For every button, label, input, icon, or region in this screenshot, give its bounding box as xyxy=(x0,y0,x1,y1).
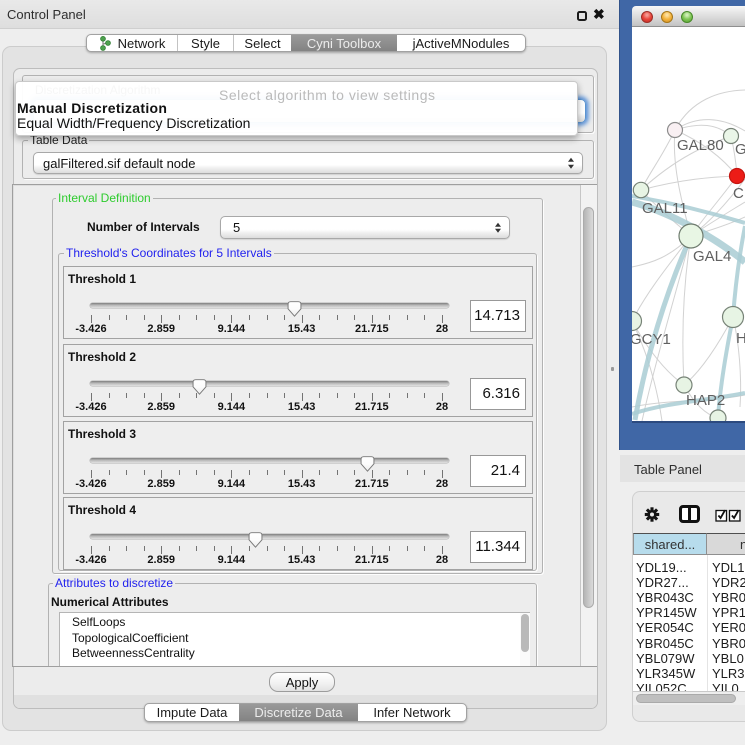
svg-text:HAP2: HAP2 xyxy=(686,392,725,409)
svg-text:G: G xyxy=(735,141,745,158)
svg-text:GAL80: GAL80 xyxy=(677,137,724,154)
svg-text:GCY1: GCY1 xyxy=(632,331,671,348)
svg-text:GAL4: GAL4 xyxy=(693,248,731,265)
svg-text:H: H xyxy=(736,330,745,347)
svg-text:C: C xyxy=(733,185,744,202)
svg-text:GAL11: GAL11 xyxy=(642,200,688,217)
